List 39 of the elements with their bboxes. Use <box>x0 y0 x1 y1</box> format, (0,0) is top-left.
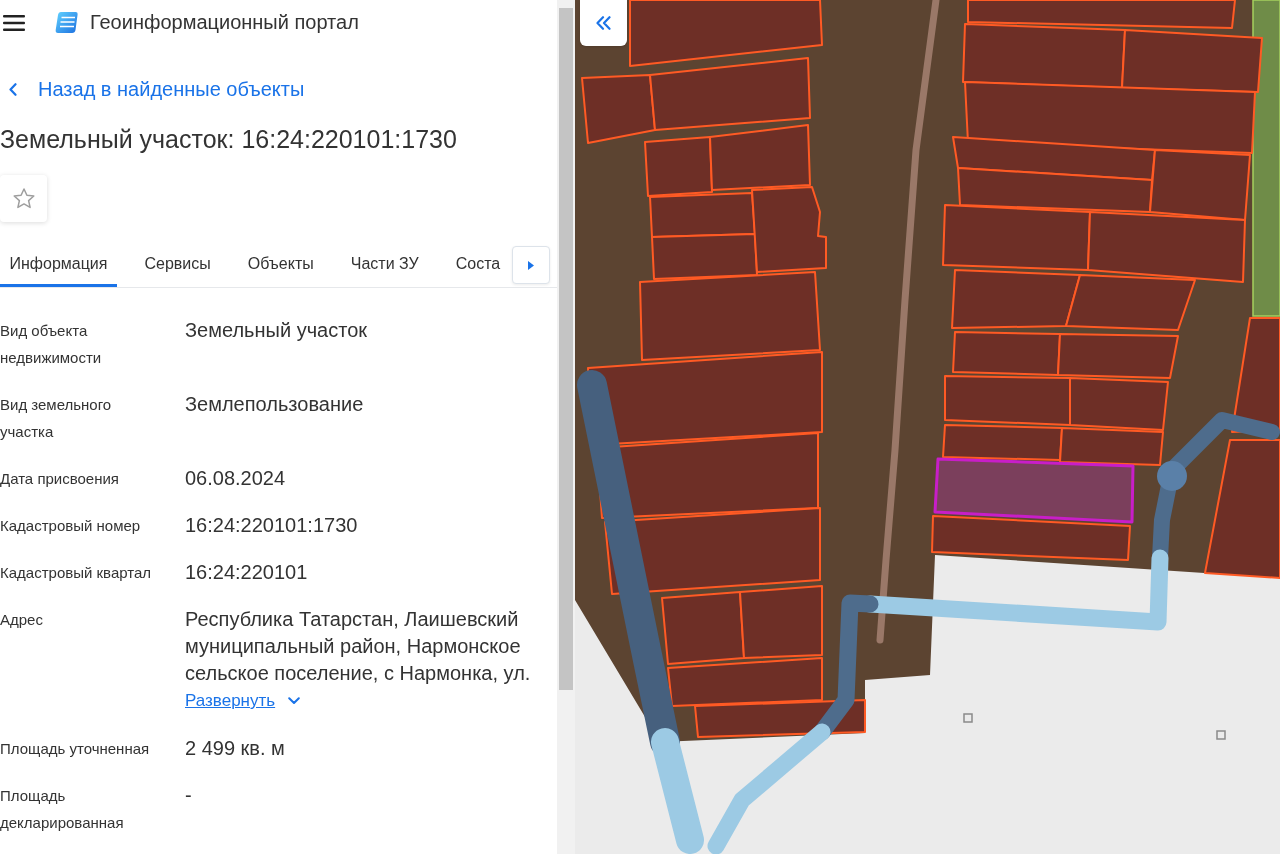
triangle-right-icon <box>528 260 534 270</box>
tab[interactable]: Сервисы <box>134 240 221 287</box>
collapse-panel-button[interactable] <box>580 0 627 46</box>
square-marker-icon <box>1216 730 1226 740</box>
tab[interactable]: Объекты <box>238 240 324 287</box>
field-label: Вид земельного участка <box>0 396 112 440</box>
field-label: Вид объекта недвижимости <box>0 322 102 366</box>
object-title: Земельный участок: 16:24:220101:1730 <box>0 124 457 154</box>
land-parcel[interactable] <box>1204 439 1280 579</box>
favorite-button[interactable] <box>0 175 47 222</box>
scrollbar-thumb[interactable] <box>559 8 573 690</box>
field-label: Площадь уточненная <box>0 740 150 757</box>
field-label: Площадь декларированная <box>0 787 124 831</box>
chevron-left-icon <box>9 82 17 96</box>
field-value: Республика Татарстан, Лаишевский муниципальный район, Нармонское сельское поселение, с Нармонка, ул. <box>185 607 532 686</box>
field-label: Адрес <box>0 611 43 628</box>
portal-title: Геоинформационный портал <box>90 11 359 34</box>
menu-icon[interactable] <box>3 14 25 31</box>
field-value: Землепользование <box>185 392 365 417</box>
back-link[interactable]: Назад в найденные объекты <box>0 75 305 103</box>
tab[interactable]: Части ЗУ <box>341 240 429 287</box>
field-value: - <box>185 783 193 808</box>
square-marker-icon <box>963 713 973 723</box>
field-value: Земельный участок <box>185 318 368 343</box>
field-label: Кадастровый номер <box>0 517 141 534</box>
field-value: 2 499 кв. м <box>185 736 286 761</box>
field-value: 06.08.2024 <box>185 466 287 491</box>
tab[interactable]: Информация <box>0 240 117 287</box>
tab[interactable]: Соста <box>446 240 510 287</box>
double-chevron-left-icon <box>596 16 611 30</box>
field-value: 16:24:220101:1730 <box>185 513 359 538</box>
chevron-down-icon <box>288 697 301 705</box>
field-value: 16:24:220101 <box>185 560 309 585</box>
logo-icon <box>55 12 78 33</box>
land-parcel[interactable] <box>931 515 1131 561</box>
field-label: Кадастровый квартал <box>0 564 152 581</box>
scrollbar-track[interactable] <box>557 0 575 854</box>
field-label: Дата присвоения <box>0 470 119 487</box>
expand-link[interactable]: Развернуть <box>185 687 301 715</box>
